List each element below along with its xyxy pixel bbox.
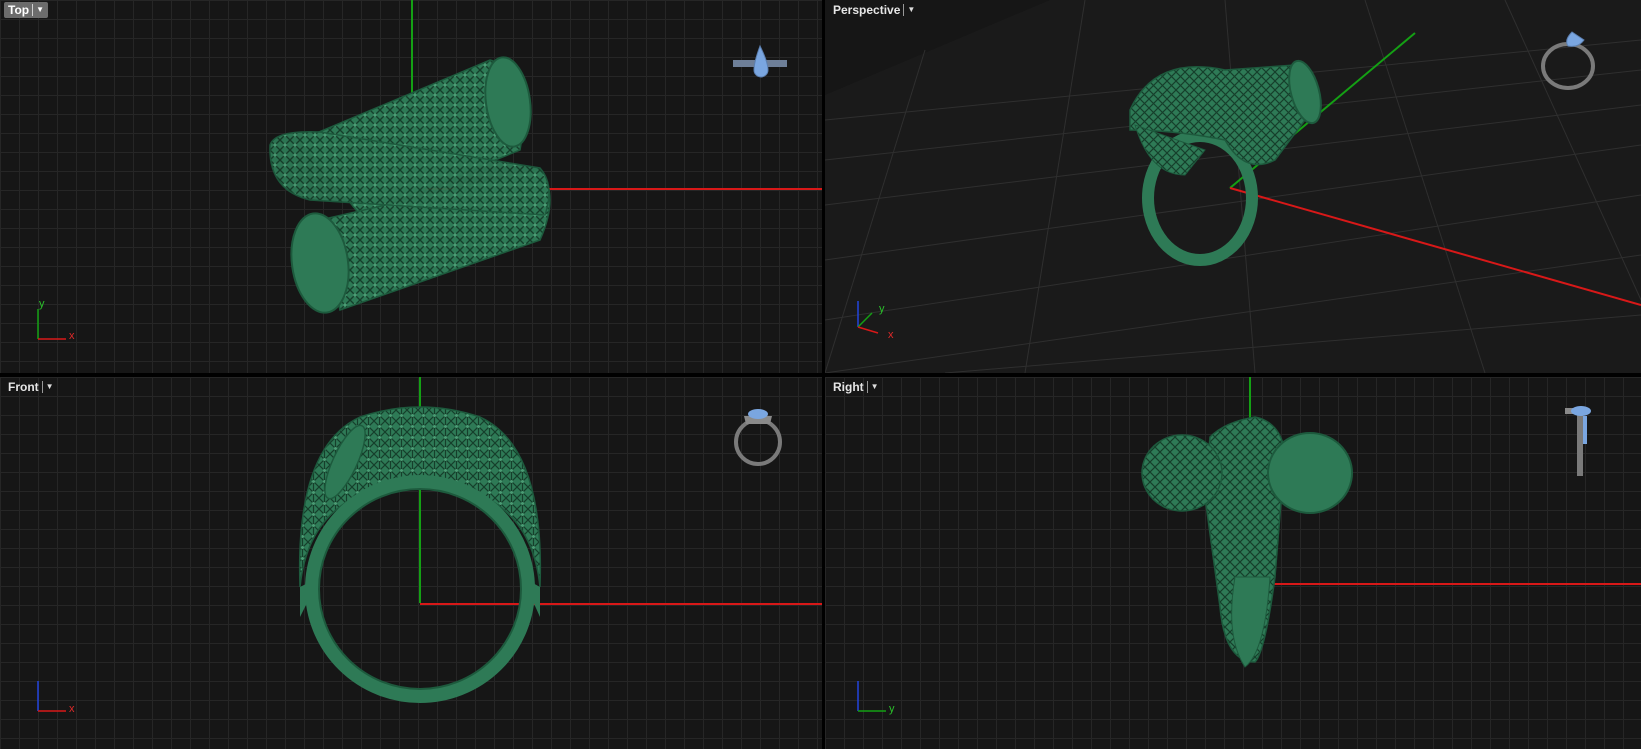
ring-model-front-view[interactable] — [0, 377, 822, 749]
dropdown-arrow-icon[interactable]: ▼ — [866, 381, 879, 393]
gizmo-x-label: x — [69, 703, 75, 715]
ring-model-top-view[interactable] — [0, 0, 822, 373]
viewport-title-text: Right — [833, 380, 864, 394]
ring-preview-icon — [1565, 406, 1591, 476]
viewport-perspective[interactable]: y x Perspective ▼ — [825, 0, 1641, 373]
viewport-title-top[interactable]: Top ▼ — [4, 2, 49, 18]
gizmo-y-label: y — [889, 703, 895, 715]
viewport-top[interactable]: y x Top ▼ — [0, 0, 822, 373]
gizmo-y-label: y — [39, 298, 45, 310]
ring-model-perspective-view[interactable] — [825, 0, 1641, 373]
viewport-title-text: Top — [8, 3, 30, 17]
viewport-right[interactable]: y Right ▼ — [825, 377, 1641, 749]
ring-preview-icon — [734, 409, 782, 466]
gizmo-x-label: x — [69, 330, 75, 342]
dropdown-arrow-icon[interactable]: ▼ — [903, 4, 915, 16]
viewport-title-text: Front — [8, 380, 39, 394]
viewport-front[interactable]: x Front ▼ — [0, 377, 822, 749]
ring-model-right-view[interactable] — [825, 377, 1641, 749]
viewport-title-front[interactable]: Front ▼ — [4, 379, 58, 395]
viewport-title-right[interactable]: Right ▼ — [829, 379, 883, 395]
ring-preview-icon — [1541, 31, 1595, 90]
gizmo-y-label: y — [879, 303, 885, 315]
gizmo-x-label: x — [888, 329, 894, 341]
viewport-title-text: Perspective — [833, 3, 901, 17]
viewport-title-perspective[interactable]: Perspective ▼ — [829, 2, 919, 18]
dropdown-arrow-icon[interactable]: ▼ — [32, 4, 44, 16]
dropdown-arrow-icon[interactable]: ▼ — [41, 381, 54, 393]
ring-preview-icon — [733, 44, 787, 78]
